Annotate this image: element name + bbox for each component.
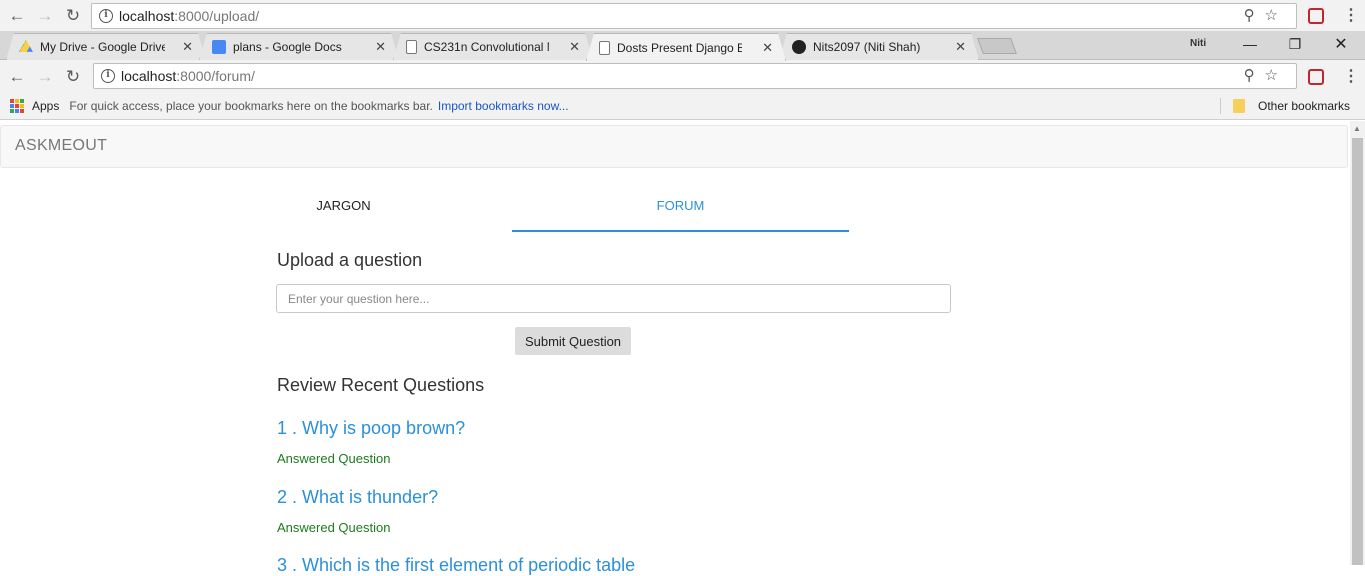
background-address-bar[interactable]: i localhost:8000/upload/ ⚲☆ bbox=[91, 3, 1297, 29]
close-tab-icon[interactable]: ✕ bbox=[762, 40, 773, 56]
bookmarks-hint: For quick access, place your bookmarks h… bbox=[69, 99, 433, 113]
zoom-star-icons[interactable]: ⚲☆ bbox=[1244, 66, 1288, 84]
question-input[interactable] bbox=[276, 284, 951, 313]
tab-github[interactable]: Nits2097 (Niti Shah) ✕ bbox=[779, 33, 979, 60]
github-icon bbox=[792, 40, 806, 54]
upload-heading: Upload a question bbox=[277, 250, 423, 270]
bookmarks-bar: Apps For quick access, place your bookma… bbox=[0, 93, 1365, 120]
import-bookmarks-link[interactable]: Import bookmarks now... bbox=[438, 99, 569, 113]
tab-cs231n[interactable]: CS231n Convolutional Ne ✕ bbox=[393, 33, 593, 60]
tab-forum[interactable]: FORUM bbox=[512, 182, 849, 232]
extension-icon[interactable] bbox=[1308, 69, 1324, 85]
google-drive-icon bbox=[19, 40, 33, 54]
answered-status: Answered Question bbox=[277, 451, 391, 466]
answered-status: Answered Question bbox=[277, 520, 391, 535]
reload-icon[interactable]: ↻ bbox=[59, 6, 87, 26]
profile-label[interactable]: Niti bbox=[1190, 38, 1206, 49]
zoom-star-icons[interactable]: ⚲☆ bbox=[1244, 6, 1288, 24]
folder-icon bbox=[1233, 99, 1245, 113]
background-browser-toolbar: ← → ↻ i localhost:8000/upload/ ⚲☆ ⋮ bbox=[0, 0, 1365, 31]
submit-question-button[interactable]: Submit Question bbox=[515, 327, 631, 355]
extension-icon[interactable] bbox=[1308, 8, 1324, 24]
back-icon[interactable]: ← bbox=[3, 67, 31, 87]
divider bbox=[1220, 98, 1221, 114]
minimize-icon[interactable]: — bbox=[1227, 31, 1273, 60]
other-bookmarks[interactable]: Other bookmarks bbox=[1258, 99, 1350, 113]
page-icon bbox=[406, 40, 417, 54]
question-link[interactable]: 2 . What is thunder? bbox=[277, 487, 438, 508]
scrollbar-thumb[interactable] bbox=[1352, 138, 1363, 565]
close-tab-icon[interactable]: ✕ bbox=[375, 39, 386, 55]
close-tab-icon[interactable]: ✕ bbox=[955, 39, 966, 55]
browser-toolbar: ← → ↻ i localhost:8000/forum/ ⚲☆ ⋮ bbox=[0, 60, 1365, 93]
back-icon[interactable]: ← bbox=[3, 6, 31, 26]
close-tab-icon[interactable]: ✕ bbox=[182, 39, 193, 55]
question-link[interactable]: 1 . Why is poop brown? bbox=[277, 418, 465, 439]
info-icon[interactable]: i bbox=[99, 9, 113, 23]
page-icon bbox=[599, 41, 610, 55]
close-window-icon[interactable]: ✕ bbox=[1318, 31, 1364, 60]
tab-jargon[interactable]: JARGON bbox=[175, 182, 512, 232]
restore-icon[interactable]: ❐ bbox=[1272, 31, 1318, 60]
google-docs-icon bbox=[212, 40, 226, 54]
forward-icon[interactable]: → bbox=[31, 6, 59, 26]
apps-icon[interactable] bbox=[10, 99, 24, 113]
reload-icon[interactable]: ↻ bbox=[59, 67, 87, 87]
menu-icon[interactable]: ⋮ bbox=[1343, 5, 1359, 25]
tab-strip: My Drive - Google Drive ✕ plans - Google… bbox=[0, 31, 1365, 60]
address-bar[interactable]: i localhost:8000/forum/ ⚲☆ bbox=[93, 63, 1297, 89]
site-tabs: JARGON FORUM bbox=[175, 182, 850, 232]
brand-logo[interactable]: ASKMEOUT bbox=[15, 137, 107, 155]
new-tab-button[interactable] bbox=[977, 38, 1017, 54]
close-tab-icon[interactable]: ✕ bbox=[569, 39, 580, 55]
apps-label[interactable]: Apps bbox=[32, 99, 59, 113]
review-heading: Review Recent Questions bbox=[277, 375, 485, 395]
question-link[interactable]: 3 . Which is the first element of period… bbox=[277, 555, 635, 576]
menu-icon[interactable]: ⋮ bbox=[1343, 66, 1359, 86]
tab-google-drive[interactable]: My Drive - Google Drive ✕ bbox=[6, 33, 206, 60]
forward-icon[interactable]: → bbox=[31, 67, 59, 87]
tab-dosts-django[interactable]: Dosts Present Django Blo ✕ bbox=[586, 33, 786, 61]
tab-google-docs[interactable]: plans - Google Docs ✕ bbox=[199, 33, 399, 60]
info-icon[interactable]: i bbox=[101, 69, 115, 83]
scroll-up-icon[interactable]: ▲ bbox=[1353, 124, 1361, 133]
site-navbar: ASKMEOUT bbox=[0, 125, 1348, 168]
page-content: ASKMEOUT JARGON FORUM bbox=[0, 121, 1350, 565]
scrollbar[interactable]: ▲ bbox=[1350, 121, 1365, 565]
